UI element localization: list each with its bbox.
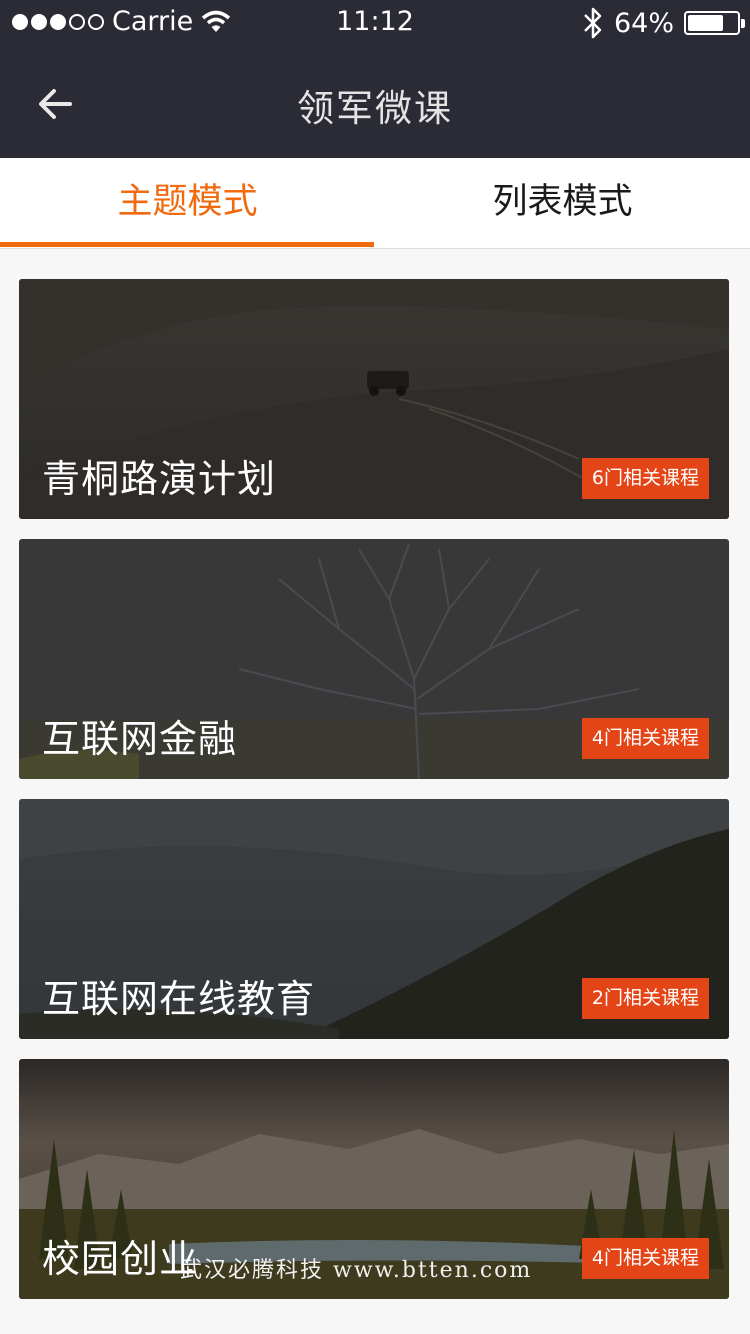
tab-list-mode[interactable]: 列表模式 bbox=[375, 158, 750, 248]
topic-card[interactable]: 互联网金融 4门相关课程 bbox=[19, 539, 729, 779]
tab-theme-mode[interactable]: 主题模式 bbox=[0, 158, 375, 248]
tab-bar: 主题模式 列表模式 bbox=[0, 158, 750, 249]
course-count-badge: 2门相关课程 bbox=[581, 978, 709, 1019]
card-title: 互联网金融 bbox=[42, 717, 238, 761]
course-count-badge: 4门相关课程 bbox=[581, 718, 709, 759]
card-title: 校园创业 bbox=[42, 1237, 199, 1281]
topic-card[interactable]: 互联网在线教育 2门相关课程 bbox=[19, 799, 729, 1039]
card-title: 互联网在线教育 bbox=[42, 977, 316, 1021]
card-title: 青桐路演计划 bbox=[42, 457, 277, 501]
course-count-badge: 6门相关课程 bbox=[581, 458, 709, 499]
bluetooth-icon bbox=[584, 7, 602, 39]
status-bar: Carrie 11:12 64% bbox=[0, 0, 750, 48]
page-title: 领军微课 bbox=[297, 87, 453, 130]
topic-card[interactable]: 青桐路演计划 6门相关课程 bbox=[19, 279, 729, 519]
battery-percent: 64% bbox=[613, 7, 674, 39]
course-count-badge: 4门相关课程 bbox=[581, 1238, 709, 1279]
status-right-group: 64% bbox=[582, 6, 745, 40]
watermark-text: 武汉必腾科技 www.btten.com bbox=[180, 1258, 533, 1283]
active-tab-indicator bbox=[0, 242, 374, 247]
battery-icon bbox=[684, 11, 745, 35]
navigation-bar: 领军微课 bbox=[0, 48, 750, 158]
